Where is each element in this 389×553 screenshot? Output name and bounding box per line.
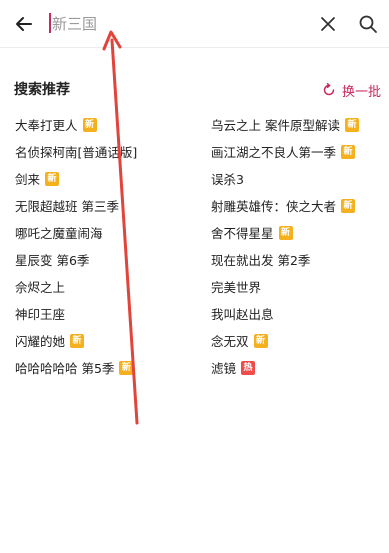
recommendation-item[interactable]: 我叫赵出息 xyxy=(211,300,274,327)
recommendation-item[interactable]: 乌云之上 案件原型解读新 xyxy=(211,111,359,138)
search-button[interactable] xyxy=(352,8,384,40)
section-title: 搜索推荐 xyxy=(14,82,70,98)
hot-badge: 热 xyxy=(241,360,256,375)
recommendation-row: 神印王座 我叫赵出息 xyxy=(0,300,389,327)
recommendation-item[interactable]: 误杀3 xyxy=(211,165,244,192)
recommendation-row: 哈哈哈哈哈 第5季新 滤镜热 xyxy=(0,354,389,381)
recommendation-title: 星辰变 第6季 xyxy=(15,253,90,268)
recommendation-title: 我叫赵出息 xyxy=(211,307,274,322)
recommendation-row: 大奉打更人新乌云之上 案件原型解读新 xyxy=(0,111,389,138)
recommendation-title: 大奉打更人 xyxy=(15,118,78,133)
recommendation-item[interactable]: 画江湖之不良人第一季新 xyxy=(211,138,356,165)
back-button[interactable] xyxy=(8,8,40,40)
recommendation-item[interactable]: 佘烬之上 xyxy=(15,273,65,300)
recommendation-row: 星辰变 第6季 现在就出发 第2季 xyxy=(0,246,389,273)
recommendation-row: 佘烬之上 完美世界 xyxy=(0,273,389,300)
recommendation-title: 哈哈哈哈哈 第5季 xyxy=(15,361,115,376)
recommendation-title: 舍不得星星 xyxy=(211,226,274,241)
recommendation-list: 大奉打更人新乌云之上 案件原型解读新名侦探柯南[普通话版] 画江湖之不良人第一季新… xyxy=(0,111,389,381)
recommendation-title: 闪耀的她 xyxy=(15,334,66,349)
search-input[interactable] xyxy=(48,10,302,38)
recommendation-item[interactable]: 念无双新 xyxy=(211,327,268,354)
recommendation-row: 剑来新 误杀3 xyxy=(0,165,389,192)
new-badge: 新 xyxy=(70,333,85,348)
recommendation-title: 哪吒之魔童闹海 xyxy=(15,226,103,241)
recommendation-item[interactable]: 现在就出发 第2季 xyxy=(211,246,310,273)
recommendation-item[interactable]: 无限超越班 第三季 xyxy=(15,192,119,219)
recommendation-title: 完美世界 xyxy=(211,280,262,295)
recommendation-item[interactable]: 大奉打更人新 xyxy=(15,111,97,138)
text-cursor xyxy=(49,13,51,33)
recommendation-item[interactable]: 闪耀的她新 xyxy=(15,327,85,354)
recommendation-item[interactable]: 完美世界 xyxy=(211,273,261,300)
search-bar xyxy=(0,0,389,48)
recommendation-title: 乌云之上 案件原型解读 xyxy=(211,118,340,133)
recommendation-row: 无限超越班 第三季 射雕英雄传：侠之大者新 xyxy=(0,192,389,219)
new-badge: 新 xyxy=(119,360,134,375)
recommendation-title: 名侦探柯南[普通话版] xyxy=(15,145,138,160)
back-arrow-icon xyxy=(16,17,32,31)
recommendation-item[interactable]: 神印王座 xyxy=(15,300,65,327)
new-badge: 新 xyxy=(82,117,97,132)
recommendation-item[interactable]: 名侦探柯南[普通话版] xyxy=(15,138,137,165)
new-badge: 新 xyxy=(45,171,60,186)
clear-button[interactable] xyxy=(312,8,344,40)
recommendation-title: 现在就出发 第2季 xyxy=(211,253,311,268)
recommendation-item[interactable]: 射雕英雄传：侠之大者新 xyxy=(211,192,356,219)
recommendation-title: 无限超越班 第三季 xyxy=(15,199,119,214)
recommendation-row: 哪吒之魔童闹海 舍不得星星新 xyxy=(0,219,389,246)
recommendation-title: 射雕英雄传：侠之大者 xyxy=(211,199,337,214)
recommendation-item[interactable]: 哈哈哈哈哈 第5季新 xyxy=(15,354,134,381)
recommendation-row: 闪耀的她新念无双新 xyxy=(0,327,389,354)
recommendation-item[interactable]: 剑来新 xyxy=(15,165,60,192)
recommendation-item[interactable]: 滤镜热 xyxy=(211,354,256,381)
refresh-icon xyxy=(323,83,335,96)
recommendation-title: 误杀3 xyxy=(211,172,244,187)
recommendation-item[interactable]: 哪吒之魔童闹海 xyxy=(15,219,103,246)
recommendation-item[interactable]: 舍不得星星新 xyxy=(211,219,293,246)
new-badge: 新 xyxy=(341,198,356,213)
refresh-label: 换一批 xyxy=(341,84,381,100)
new-badge: 新 xyxy=(278,225,293,240)
recommendation-title: 滤镜 xyxy=(211,361,237,376)
new-badge: 新 xyxy=(341,144,356,159)
close-icon xyxy=(321,17,335,31)
recommendation-title: 神印王座 xyxy=(15,307,66,322)
recommendation-item[interactable]: 星辰变 第6季 xyxy=(15,246,89,273)
search-icon xyxy=(359,15,377,33)
recommendation-title: 念无双 xyxy=(211,334,249,349)
recommendation-title: 佘烬之上 xyxy=(15,280,66,295)
recommendation-title: 剑来 xyxy=(15,172,41,187)
recommendation-title: 画江湖之不良人第一季 xyxy=(211,145,337,160)
recommendation-row: 名侦探柯南[普通话版] 画江湖之不良人第一季新 xyxy=(0,138,389,165)
new-badge: 新 xyxy=(344,117,359,132)
new-badge: 新 xyxy=(253,333,268,348)
refresh-button[interactable]: 换一批 xyxy=(322,79,381,101)
